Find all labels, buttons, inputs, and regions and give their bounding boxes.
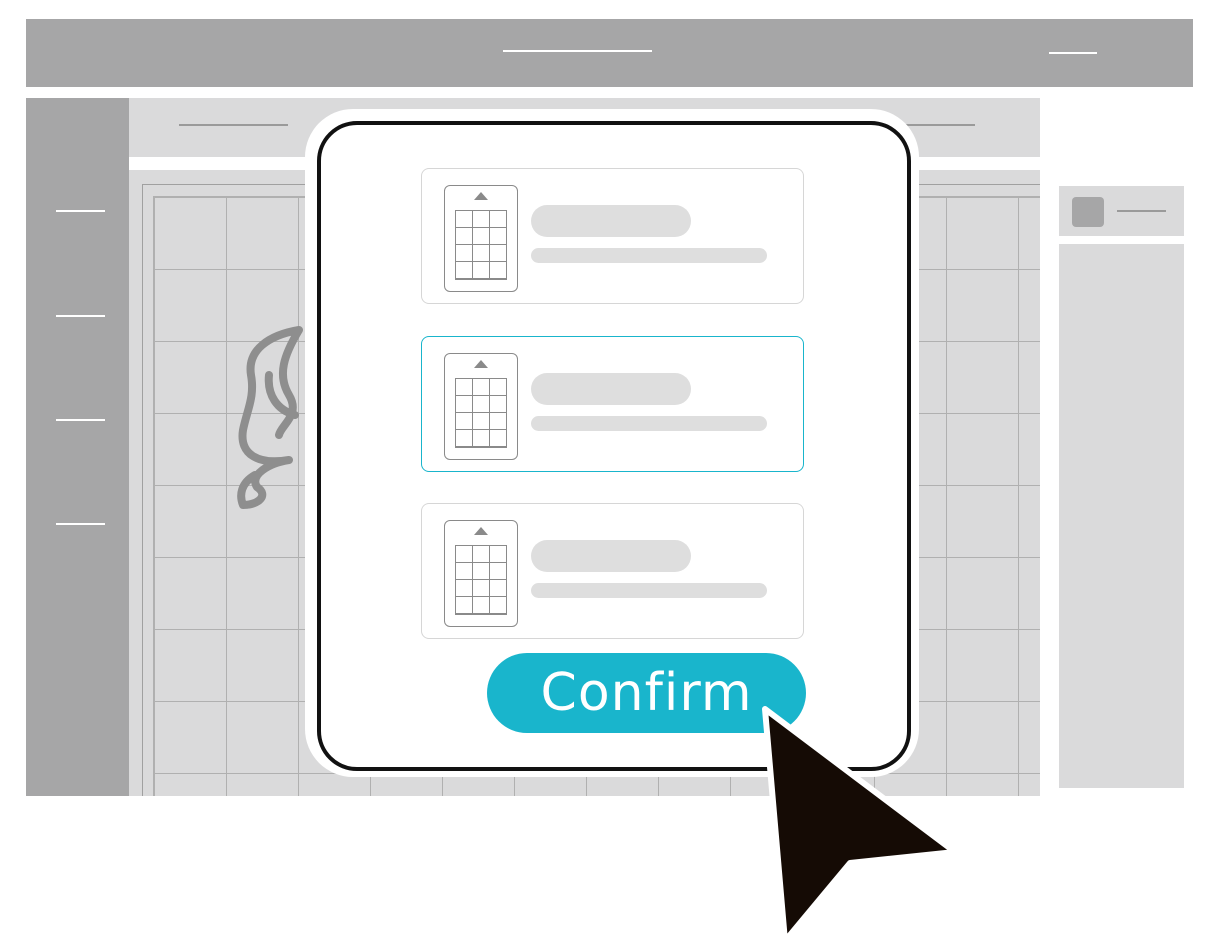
menu-button[interactable] xyxy=(1049,52,1097,54)
mat-grid-icon xyxy=(455,545,507,615)
toolbar-item[interactable] xyxy=(179,124,288,126)
title-placeholder xyxy=(503,50,652,52)
arrow-up-icon xyxy=(474,360,488,368)
option-title-placeholder xyxy=(531,540,691,572)
mat-icon xyxy=(444,520,518,627)
left-sidebar xyxy=(26,98,129,796)
arrow-up-icon xyxy=(474,192,488,200)
mat-icon xyxy=(444,185,518,292)
option-subtitle-placeholder xyxy=(531,583,767,598)
mat-grid-icon xyxy=(455,378,507,448)
mat-selection-dialog: Confirm xyxy=(317,121,911,771)
sidebar-item[interactable] xyxy=(56,210,105,212)
mat-icon xyxy=(444,353,518,460)
sidebar-item[interactable] xyxy=(56,523,105,525)
option-title-placeholder xyxy=(531,205,691,237)
toolbar-item[interactable] xyxy=(899,124,975,126)
option-subtitle-placeholder xyxy=(531,248,767,263)
top-bar xyxy=(26,19,1193,87)
sidebar-item[interactable] xyxy=(56,419,105,421)
layer-row[interactable] xyxy=(1059,186,1184,236)
layers-panel xyxy=(1059,244,1184,788)
arrow-up-icon xyxy=(474,527,488,535)
option-subtitle-placeholder xyxy=(531,416,767,431)
layer-name xyxy=(1117,210,1166,212)
sidebar-item[interactable] xyxy=(56,315,105,317)
option-title-placeholder xyxy=(531,373,691,405)
mat-option-1[interactable] xyxy=(421,168,804,304)
layer-thumbnail xyxy=(1072,197,1104,227)
pointer-cursor-icon xyxy=(762,706,958,941)
mat-grid-icon xyxy=(455,210,507,280)
mat-option-3[interactable] xyxy=(421,503,804,639)
mat-option-2[interactable] xyxy=(421,336,804,472)
